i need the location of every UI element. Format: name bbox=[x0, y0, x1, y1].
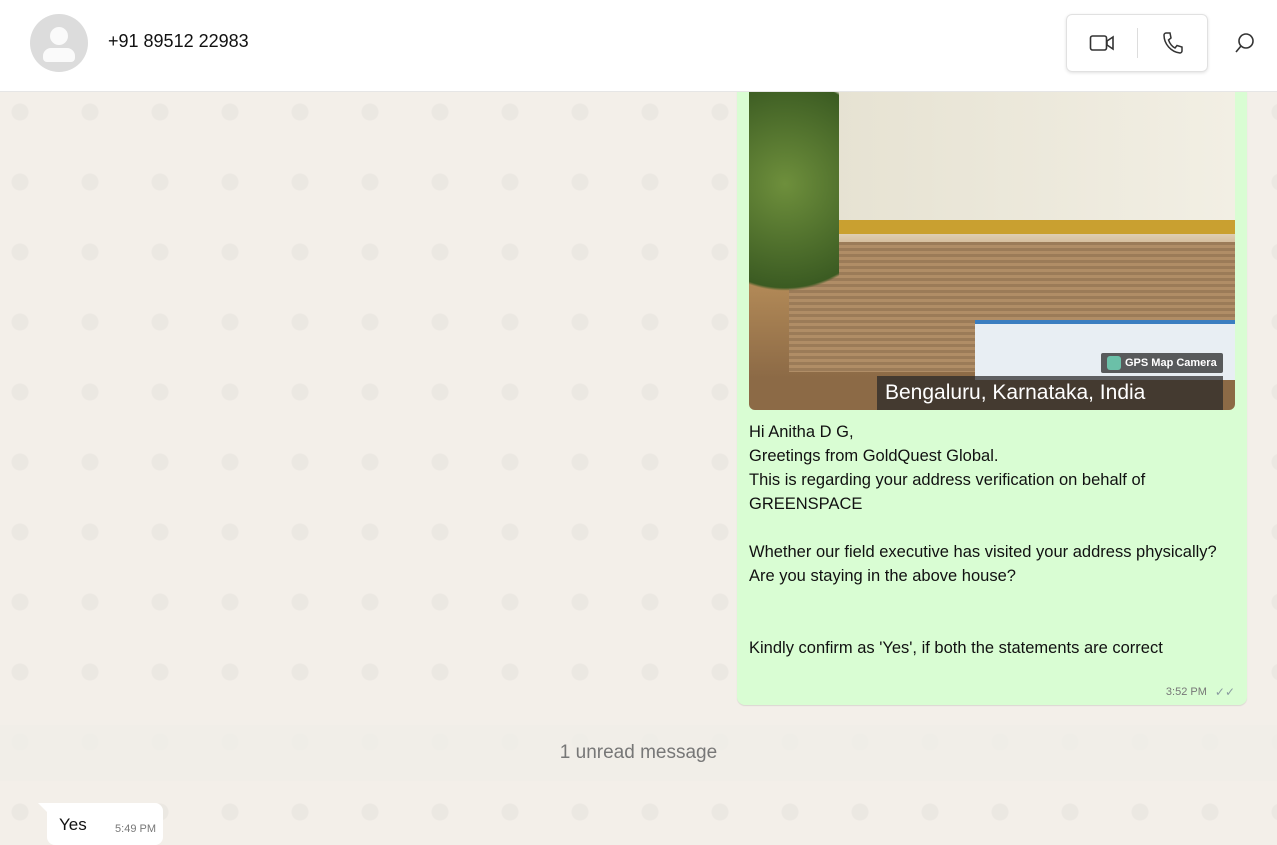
incoming-message[interactable]: Yes 5:49 PM bbox=[38, 803, 163, 845]
message-time: 5:49 PM bbox=[115, 823, 156, 835]
video-call-button[interactable] bbox=[1067, 15, 1137, 71]
photo-tree bbox=[749, 92, 839, 322]
unread-banner: 1 unread message bbox=[0, 725, 1277, 781]
read-receipt-icon: ✓✓ bbox=[1214, 685, 1235, 699]
phone-icon bbox=[1163, 32, 1183, 54]
message-meta: 3:52 PM ✓✓ bbox=[1166, 685, 1235, 699]
photo-location: Bengaluru, Karnataka, India bbox=[877, 376, 1223, 410]
outgoing-message[interactable]: GPS Map Camera Bengaluru, Karnataka, Ind… bbox=[737, 72, 1247, 705]
call-buttons bbox=[1066, 14, 1208, 72]
video-icon bbox=[1089, 35, 1114, 51]
gps-camera-icon bbox=[1107, 356, 1121, 370]
photo-building bbox=[829, 92, 1235, 222]
search-icon bbox=[1235, 33, 1254, 53]
chat-area[interactable]: GPS Map Camera Bengaluru, Karnataka, Ind… bbox=[0, 72, 1277, 845]
contact-name[interactable]: +91 89512 22983 bbox=[108, 31, 249, 52]
search-button[interactable] bbox=[1232, 30, 1258, 56]
message-text: Hi Anitha D G, Greetings from GoldQuest … bbox=[749, 423, 1217, 657]
message-time: 3:52 PM bbox=[1165, 686, 1207, 698]
message-photo[interactable]: GPS Map Camera Bengaluru, Karnataka, Ind… bbox=[749, 92, 1235, 410]
watermark-label: GPS Map Camera bbox=[1125, 357, 1217, 369]
chat-header: +91 89512 22983 bbox=[0, 0, 1277, 92]
voice-call-button[interactable] bbox=[1138, 15, 1208, 71]
avatar[interactable] bbox=[30, 14, 88, 72]
message-text: Yes bbox=[59, 815, 87, 834]
gps-watermark: GPS Map Camera bbox=[1101, 353, 1223, 373]
photo-stripe bbox=[829, 220, 1235, 234]
